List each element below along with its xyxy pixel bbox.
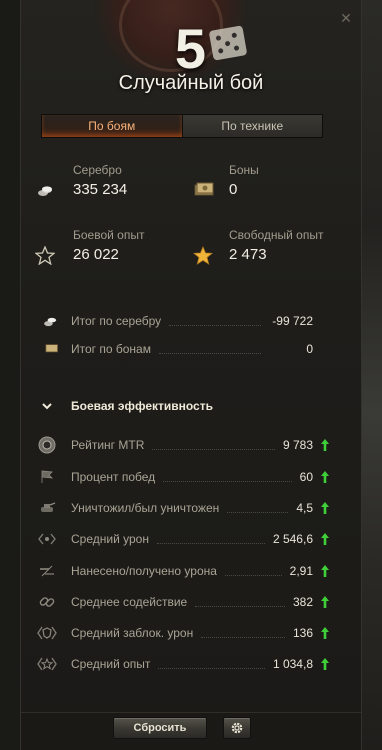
summary-label: Итог по бонам xyxy=(71,342,151,356)
efficiency-label: Среднее содействие xyxy=(71,595,188,609)
efficiency-label: Средний заблок. урон xyxy=(71,626,194,640)
silver-label: Серебро xyxy=(73,163,122,177)
summary-row-bonds: Итог по бонам 0 xyxy=(43,340,313,358)
view-tabs: По боям По технике xyxy=(41,114,323,138)
trend-up-icon xyxy=(319,627,331,639)
trend-up-icon xyxy=(319,533,331,545)
tab-by-vehicle[interactable]: По технике xyxy=(182,115,322,137)
efficiency-value: 2,91 xyxy=(289,564,313,578)
efficiency-row-assist: Среднее содействие 382 xyxy=(37,593,331,611)
efficiency-row-mtr: Рейтинг MTR 9 783 xyxy=(37,436,331,454)
destroyed-tank-icon xyxy=(37,500,57,516)
efficiency-value: 136 xyxy=(292,626,313,640)
mtr-rating-icon xyxy=(37,436,57,454)
trend-up-icon xyxy=(319,596,331,608)
tab-by-battles[interactable]: По боям xyxy=(42,115,183,137)
trend-up-icon xyxy=(319,471,331,483)
background-strip xyxy=(362,0,382,750)
trend-up-icon xyxy=(319,439,331,451)
combat-xp-label: Боевой опыт xyxy=(73,228,145,242)
reset-button[interactable]: Сбросить xyxy=(113,717,207,739)
silver-value: 335 234 xyxy=(73,181,128,198)
page-title: Случайный бой xyxy=(118,72,264,94)
efficiency-value: 4,5 xyxy=(296,501,313,515)
efficiency-row-avg-damage: Средний урон 2 546,6 xyxy=(37,530,331,548)
efficiency-row-winrate: Процент побед 60 xyxy=(37,468,331,486)
star-gold-icon xyxy=(193,246,213,265)
bonds-icon xyxy=(45,344,58,353)
gear-icon xyxy=(231,722,243,734)
efficiency-label: Средний урон xyxy=(71,532,149,546)
session-stats-panel: ✕ 5 Случайный бой По боям По технике Сер… xyxy=(20,0,362,750)
bonds-stat: Боны 0 xyxy=(229,163,259,198)
silver-coins-icon xyxy=(38,186,52,196)
blocked-damage-icon xyxy=(37,625,57,641)
summary-value: -99 722 xyxy=(272,314,313,328)
assist-icon xyxy=(37,594,57,610)
free-xp-value: 2 473 xyxy=(229,246,267,263)
avg-xp-icon xyxy=(37,656,57,672)
bonds-value: 0 xyxy=(229,181,238,198)
efficiency-value: 382 xyxy=(292,595,313,609)
efficiency-row-blocked: Средний заблок. урон 136 xyxy=(37,624,331,642)
damage-ratio-icon xyxy=(37,563,57,579)
bonds-label: Боны xyxy=(229,163,259,177)
efficiency-label: Нанесено/получено урона xyxy=(71,564,217,578)
damage-icon xyxy=(37,531,57,547)
efficiency-value: 9 783 xyxy=(282,438,313,452)
efficiency-value: 60 xyxy=(299,470,313,484)
efficiency-label: Уничтожил/был уничтожен xyxy=(71,501,220,515)
efficiency-title: Боевая эффективность xyxy=(71,399,213,413)
trend-up-icon xyxy=(319,502,331,514)
settings-button[interactable] xyxy=(223,717,251,739)
efficiency-row-kd: Уничтожил/был уничтожен 4,5 xyxy=(37,499,331,517)
efficiency-label: Рейтинг MTR xyxy=(71,438,145,452)
trend-up-icon xyxy=(319,565,331,577)
bonds-icon xyxy=(194,182,214,196)
combat-xp-value: 26 022 xyxy=(73,246,119,263)
free-xp-stat: Свободный опыт 2 473 xyxy=(229,228,323,263)
free-xp-label: Свободный опыт xyxy=(229,228,324,242)
efficiency-row-avg-xp: Средний опыт 1 034,8 xyxy=(37,655,331,673)
trend-up-icon xyxy=(319,658,331,670)
efficiency-label: Процент побед xyxy=(71,470,156,484)
combat-xp-stat: Боевой опыт 26 022 xyxy=(73,228,144,263)
silver-stat: Серебро 335 234 xyxy=(73,163,127,198)
efficiency-value: 1 034,8 xyxy=(272,657,313,671)
efficiency-label: Средний опыт xyxy=(71,657,151,671)
summary-label: Итог по серебру xyxy=(71,314,162,328)
chevron-down-icon xyxy=(42,403,52,410)
silver-coins-icon xyxy=(44,317,57,327)
summary-value: 0 xyxy=(306,342,313,356)
efficiency-section-toggle[interactable]: Боевая эффективность xyxy=(41,399,213,413)
efficiency-row-damage-ratio: Нанесено/получено урона 2,91 xyxy=(37,562,331,580)
summary-row-silver: Итог по серебру -99 722 xyxy=(43,312,313,330)
efficiency-value: 2 546,6 xyxy=(272,532,313,546)
flag-icon xyxy=(37,469,57,485)
star-outline-icon xyxy=(35,246,55,265)
